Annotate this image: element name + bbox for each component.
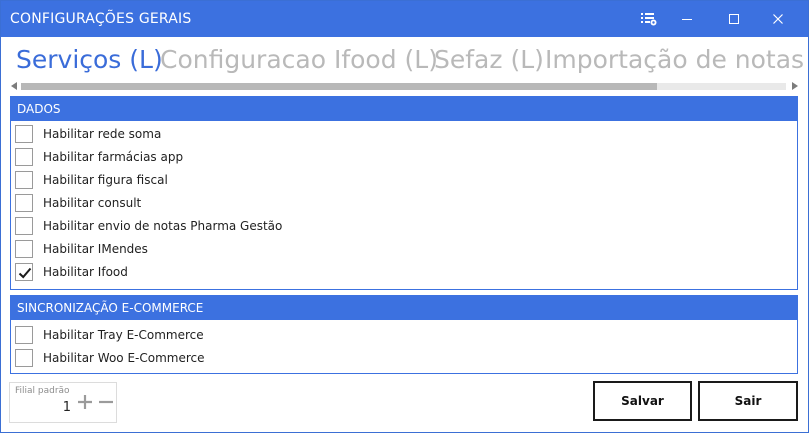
filial-label: Filial padrão <box>15 386 70 396</box>
checkbox-box[interactable] <box>15 125 33 143</box>
maximize-icon[interactable] <box>714 1 754 37</box>
minus-icon[interactable] <box>98 394 114 410</box>
checkbox-label: Habilitar rede soma <box>43 127 162 141</box>
scroll-right-arrow-icon[interactable] <box>792 82 798 90</box>
checkbox-box[interactable] <box>15 326 33 344</box>
close-icon[interactable] <box>758 1 798 37</box>
checkbox-box[interactable] <box>15 217 33 235</box>
checkbox-consult[interactable]: Habilitar consult <box>15 193 141 213</box>
tab-strip: Serviços (L) Configuracao Ifood (L) Sefa… <box>1 43 808 79</box>
checkbox-ifood[interactable]: Habilitar Ifood <box>15 262 128 282</box>
checkbox-box[interactable] <box>15 240 33 258</box>
checkbox-label: Habilitar Ifood <box>43 265 128 279</box>
exit-button[interactable]: Sair <box>698 381 798 421</box>
checkbox-label: Habilitar farmácias app <box>43 150 184 164</box>
window-title: CONFIGURAÇÕES GERAIS <box>10 11 192 27</box>
checkmark-icon <box>18 267 32 279</box>
checkbox-figura-fiscal[interactable]: Habilitar figura fiscal <box>15 170 168 190</box>
list-settings-icon[interactable] <box>629 1 669 37</box>
title-bar: CONFIGURAÇÕES GERAIS <box>1 1 808 37</box>
checkbox-imendes[interactable]: Habilitar IMendes <box>15 239 148 259</box>
tab-horizontal-scrollbar[interactable] <box>9 80 800 92</box>
checkbox-woo-ecommerce[interactable]: Habilitar Woo E-Commerce <box>15 348 205 368</box>
checkbox-tray-ecommerce[interactable]: Habilitar Tray E-Commerce <box>15 325 204 345</box>
checkbox-label: Habilitar consult <box>43 196 142 210</box>
checkbox-label: Habilitar envio de notas Pharma Gestão <box>43 219 283 233</box>
checkbox-box[interactable] <box>15 171 33 189</box>
group-dados: DADOS Habilitar rede soma Habilitar farm… <box>10 96 798 290</box>
group-ecommerce-header: SINCRONIZAÇÃO E-COMMERCE <box>11 296 797 320</box>
tab-servicos[interactable]: Serviços (L) <box>16 45 163 74</box>
checkbox-box[interactable] <box>15 349 33 367</box>
scroll-thumb[interactable] <box>21 83 657 90</box>
checkbox-box[interactable] <box>15 263 33 281</box>
scroll-left-arrow-icon[interactable] <box>11 82 17 90</box>
tab-importacao-notas[interactable]: Importação de notas <box>545 45 804 74</box>
checkbox-label: Habilitar Tray E-Commerce <box>43 328 204 342</box>
minimize-icon[interactable] <box>667 1 707 37</box>
group-dados-header: DADOS <box>11 97 797 121</box>
filial-value[interactable]: 1 <box>53 400 71 415</box>
checkbox-box[interactable] <box>15 148 33 166</box>
checkbox-box[interactable] <box>15 194 33 212</box>
settings-window: CONFIGURAÇÕES GERAIS Serviços (L) Config… <box>0 0 809 433</box>
tab-sefaz[interactable]: Sefaz (L) <box>434 45 544 74</box>
checkbox-rede-soma[interactable]: Habilitar rede soma <box>15 124 161 144</box>
tab-configuracao-ifood[interactable]: Configuracao Ifood (L) <box>160 45 438 74</box>
checkbox-envio-notas-pharma[interactable]: Habilitar envio de notas Pharma Gestão <box>15 216 282 236</box>
plus-icon[interactable] <box>77 394 93 410</box>
checkbox-label: Habilitar Woo E-Commerce <box>43 351 205 365</box>
checkbox-farmacias-app[interactable]: Habilitar farmácias app <box>15 147 183 167</box>
checkbox-label: Habilitar figura fiscal <box>43 173 168 187</box>
group-ecommerce: SINCRONIZAÇÃO E-COMMERCE Habilitar Tray … <box>10 295 798 374</box>
filial-stepper[interactable]: Filial padrão 1 <box>9 382 117 423</box>
checkbox-label: Habilitar IMendes <box>43 242 148 256</box>
save-button[interactable]: Salvar <box>593 381 692 421</box>
